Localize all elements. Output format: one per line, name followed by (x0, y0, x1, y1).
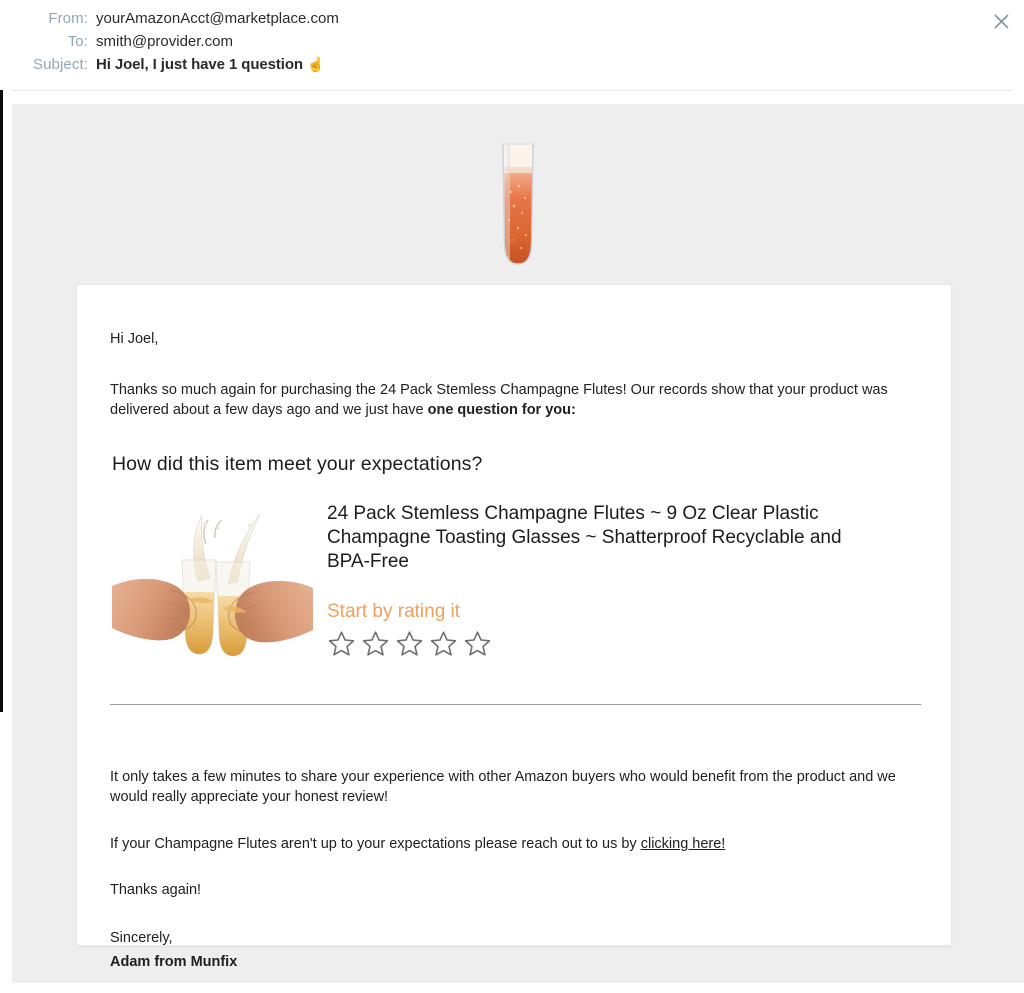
signoff-text: Sincerely, (110, 930, 173, 947)
pointing-up-emoji-icon: ☝️ (306, 56, 325, 72)
question-heading: How did this item meet your expectations… (112, 452, 483, 475)
header-divider (12, 90, 1012, 91)
header-row-subject: Subject: Hi Joel, I just have 1 question… (0, 56, 1024, 79)
product-image-cell (110, 498, 315, 674)
thanks-again-text: Thanks again! (110, 882, 202, 899)
email-header: From: yourAmazonAcct@marketplace.com To:… (0, 0, 1024, 90)
close-icon (994, 14, 1009, 29)
email-body-canvas: Hi Joel, Thanks so much again for purcha… (12, 104, 1024, 983)
header-row-from: From: yourAmazonAcct@marketplace.com (0, 10, 1024, 33)
star-1[interactable] (327, 629, 356, 663)
rating-prompt: Start by rating it (327, 600, 461, 622)
footer-block: It only takes a few minutes to share you… (77, 767, 951, 972)
product-detail-cell: 24 Pack Stemless Champagne Flutes ~ 9 Oz… (327, 498, 918, 674)
star-2[interactable] (361, 629, 390, 663)
product-title: 24 Pack Stemless Champagne Flutes ~ 9 Oz… (327, 502, 842, 573)
champagne-toast-product-image[interactable] (110, 503, 315, 674)
to-value: smith@provider.com (96, 33, 233, 50)
message-card: Hi Joel, Thanks so much again for purcha… (76, 284, 952, 970)
footer-paragraph-2-text: If your Champagne Flutes aren't up to yo… (110, 835, 641, 852)
from-value: yourAmazonAcct@marketplace.com (96, 10, 339, 27)
footer-paragraph-2: If your Champagne Flutes aren't up to yo… (110, 834, 918, 855)
star-4[interactable] (429, 629, 458, 663)
intro-paragraph: Thanks so much again for purchasing the … (110, 380, 900, 421)
star-rating-control[interactable] (327, 629, 918, 663)
hero-image-container (12, 140, 1024, 270)
card-divider (110, 703, 921, 705)
close-button[interactable] (988, 8, 1014, 34)
signature-name: Adam from Munfix (110, 953, 238, 970)
champagne-flute-image (495, 140, 541, 270)
intro-bold-text: one question for you: (427, 402, 576, 419)
footer-paragraph-1: It only takes a few minutes to share you… (110, 768, 896, 806)
subject-value: Hi Joel, I just have 1 question (96, 56, 303, 73)
email-preview-window: From: yourAmazonAcct@marketplace.com To:… (0, 0, 1024, 993)
star-5[interactable] (463, 629, 492, 663)
subject-label: Subject: (33, 56, 88, 73)
product-row: 24 Pack Stemless Champagne Flutes ~ 9 Oz… (110, 498, 918, 674)
header-row-to: To: smith@provider.com (0, 33, 1024, 56)
window-left-rail (0, 0, 3, 712)
support-link[interactable]: clicking here! (641, 836, 726, 852)
to-label: To: (67, 33, 88, 50)
from-label: From: (48, 10, 88, 27)
greeting-text: Hi Joel, (110, 331, 159, 347)
star-3[interactable] (395, 629, 424, 663)
